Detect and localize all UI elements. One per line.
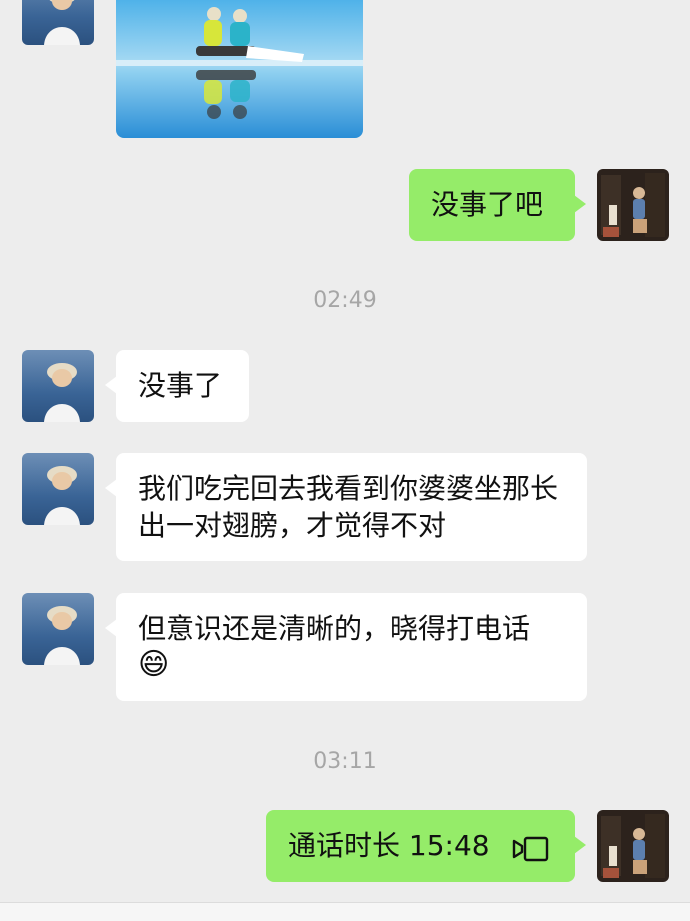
contact-avatar[interactable] (22, 453, 94, 525)
timestamp: 03:11 (313, 749, 377, 774)
incoming-message[interactable]: 我们吃完回去我看到你婆婆坐那长出一对翅膀，才觉得不对 (105, 453, 587, 561)
contact-avatar[interactable] (22, 0, 94, 45)
call-record-message[interactable]: 通话时长 15:48 (266, 810, 586, 882)
incoming-message[interactable]: 但意识还是清晰的，晓得打电话 😄 (105, 593, 587, 701)
contact-avatar[interactable] (22, 350, 94, 422)
message-text: 没事了吧 (431, 188, 544, 221)
photo-message[interactable] (116, 0, 363, 138)
message-text: 没事了 (138, 369, 223, 402)
call-duration-label: 通话时长 15:48 (288, 829, 490, 862)
timestamp: 02:49 (313, 288, 377, 313)
message-text: 我们吃完回去我看到你婆婆坐那长出一对翅膀，才觉得不对 (138, 472, 559, 542)
self-avatar[interactable] (597, 810, 669, 882)
input-bar[interactable] (0, 902, 690, 921)
self-avatar[interactable] (597, 169, 669, 241)
contact-avatar[interactable] (22, 593, 94, 665)
incoming-message[interactable]: 没事了 (105, 350, 249, 422)
message-text: 但意识还是清晰的，晓得打电话 (138, 612, 531, 645)
video-call-icon (511, 834, 551, 871)
outgoing-message[interactable]: 没事了吧 (409, 169, 586, 241)
grin-emoji: 😄 (138, 647, 170, 682)
